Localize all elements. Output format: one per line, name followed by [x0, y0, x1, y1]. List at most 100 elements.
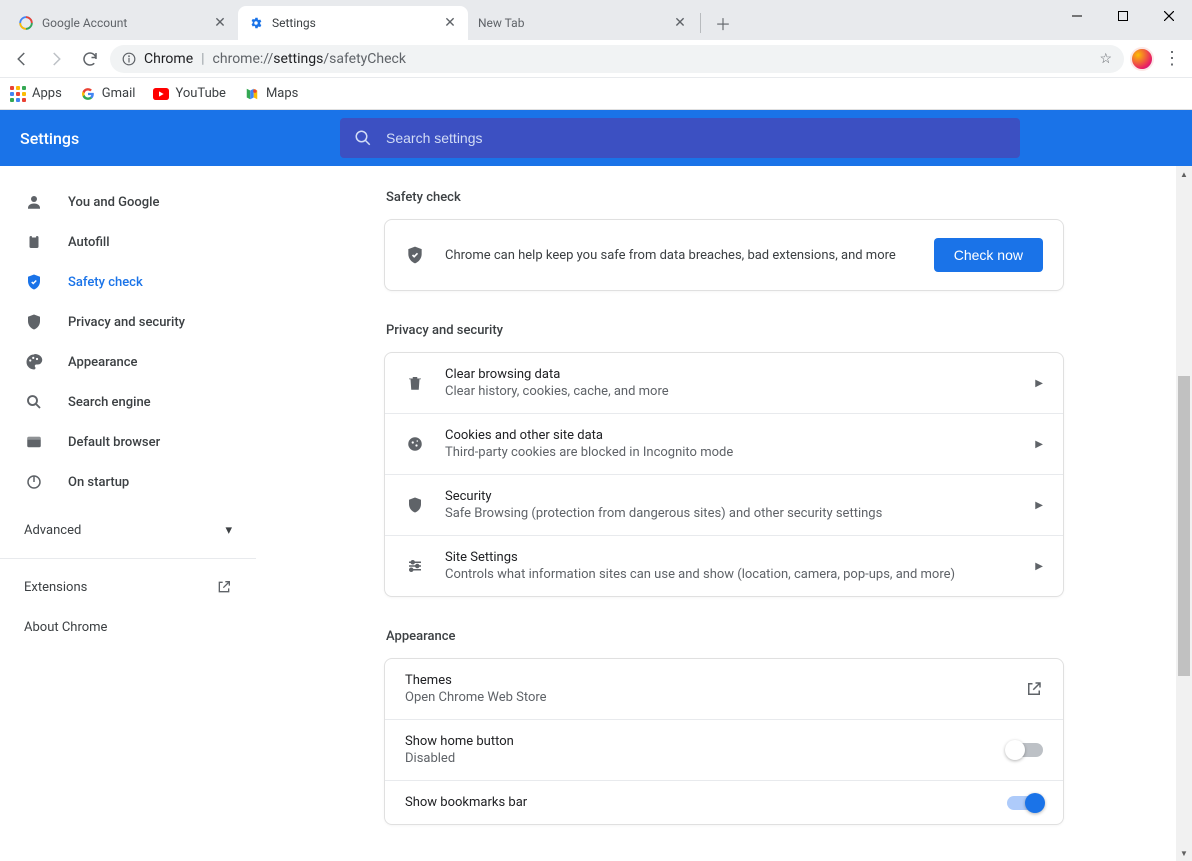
- sliders-icon: [405, 556, 425, 576]
- sidebar-label: You and Google: [68, 195, 159, 210]
- reload-button[interactable]: [76, 45, 104, 73]
- check-now-button[interactable]: Check now: [934, 238, 1043, 272]
- trash-icon: [405, 373, 425, 393]
- sidebar-divider: [0, 558, 256, 559]
- row-sub: Disabled: [405, 751, 987, 766]
- tab-title: Google Account: [42, 16, 204, 30]
- section-title-safety: Safety check: [386, 190, 1064, 205]
- row-show-home-button[interactable]: Show home button Disabled: [385, 719, 1063, 780]
- settings-title: Settings: [20, 129, 300, 148]
- shield-check-icon: [24, 272, 44, 292]
- youtube-bookmark[interactable]: YouTube: [153, 86, 226, 102]
- kebab-menu-icon[interactable]: ⋮: [1160, 48, 1184, 69]
- content-scrollbar[interactable]: ▲ ▼: [1176, 166, 1192, 861]
- address-bar[interactable]: Chrome | chrome://settings/safetyCheck ☆: [110, 45, 1124, 73]
- home-button-toggle[interactable]: [1007, 743, 1043, 757]
- browser-titlebar: Google Account ✕ Settings ✕ New Tab ✕ ＋: [0, 0, 1192, 40]
- bookmarks-bar-toggle[interactable]: [1007, 796, 1043, 810]
- search-icon: [24, 392, 44, 412]
- scroll-up-icon[interactable]: ▲: [1176, 166, 1192, 182]
- row-themes[interactable]: Themes Open Chrome Web Store: [385, 659, 1063, 719]
- tab-settings[interactable]: Settings ✕: [238, 6, 468, 40]
- close-icon[interactable]: ✕: [212, 15, 228, 31]
- gmail-bookmark[interactable]: Gmail: [80, 86, 136, 102]
- row-sub: Controls what information sites can use …: [445, 567, 1015, 582]
- new-tab-button[interactable]: ＋: [709, 9, 737, 37]
- gear-favicon-icon: [248, 15, 264, 31]
- row-show-bookmarks-bar[interactable]: Show bookmarks bar: [385, 780, 1063, 824]
- maps-icon: [244, 86, 260, 102]
- google-favicon-icon: [18, 15, 34, 31]
- sidebar-label: On startup: [68, 475, 129, 490]
- chevron-right-icon: ▶: [1035, 561, 1043, 572]
- settings-sidebar: You and Google Autofill Safety check Pri…: [0, 166, 256, 861]
- safety-desc: Chrome can help keep you safe from data …: [445, 248, 914, 263]
- row-title: Site Settings: [445, 550, 1015, 565]
- sidebar-item-privacy-security[interactable]: Privacy and security: [0, 302, 256, 342]
- person-icon: [24, 192, 44, 212]
- search-settings-input[interactable]: [386, 130, 1006, 146]
- row-title: Show bookmarks bar: [405, 795, 987, 810]
- profile-avatar[interactable]: [1130, 47, 1154, 71]
- sidebar-item-on-startup[interactable]: On startup: [0, 462, 256, 502]
- palette-icon: [24, 352, 44, 372]
- search-settings-box[interactable]: [340, 118, 1020, 158]
- bookmark-label: Apps: [32, 86, 62, 101]
- bookmark-label: Maps: [266, 86, 298, 101]
- sidebar-label: Safety check: [68, 275, 143, 290]
- tab-new-tab[interactable]: New Tab ✕: [468, 6, 698, 40]
- maps-bookmark[interactable]: Maps: [244, 86, 298, 102]
- row-title: Security: [445, 489, 1015, 504]
- sidebar-item-appearance[interactable]: Appearance: [0, 342, 256, 382]
- shield-icon: [405, 495, 425, 515]
- close-icon[interactable]: ✕: [442, 15, 458, 31]
- sidebar-label: Search engine: [68, 395, 151, 410]
- scroll-down-icon[interactable]: ▼: [1176, 845, 1192, 861]
- bookmark-label: Gmail: [102, 86, 136, 101]
- tab-title: Settings: [272, 16, 434, 30]
- tab-separator: [700, 13, 701, 33]
- sidebar-item-default-browser[interactable]: Default browser: [0, 422, 256, 462]
- row-security[interactable]: Security Safe Browsing (protection from …: [385, 474, 1063, 535]
- minimize-button[interactable]: [1054, 0, 1100, 32]
- row-cookies[interactable]: Cookies and other site data Third-party …: [385, 413, 1063, 474]
- back-button[interactable]: [8, 45, 36, 73]
- forward-button[interactable]: [42, 45, 70, 73]
- tab-google-account[interactable]: Google Account ✕: [8, 6, 238, 40]
- row-clear-browsing-data[interactable]: Clear browsing data Clear history, cooki…: [385, 353, 1063, 413]
- sidebar-item-safety-check[interactable]: Safety check: [0, 262, 256, 302]
- site-label: Chrome: [144, 51, 193, 67]
- apps-shortcut[interactable]: Apps: [10, 86, 62, 102]
- url-text: chrome://settings/safetyCheck: [213, 51, 406, 67]
- sidebar-about-link[interactable]: About Chrome: [0, 607, 256, 647]
- bookmark-star-icon[interactable]: ☆: [1099, 51, 1112, 67]
- settings-content: You and Google Autofill Safety check Pri…: [0, 166, 1192, 861]
- tab-title: New Tab: [478, 16, 664, 30]
- privacy-card: Clear browsing data Clear history, cooki…: [384, 352, 1064, 597]
- sidebar-extensions-link[interactable]: Extensions: [0, 567, 256, 607]
- maximize-button[interactable]: [1100, 0, 1146, 32]
- youtube-icon: [153, 86, 169, 102]
- row-sub: Third-party cookies are blocked in Incog…: [445, 445, 1015, 460]
- clipboard-icon: [24, 232, 44, 252]
- row-site-settings[interactable]: Site Settings Controls what information …: [385, 535, 1063, 596]
- row-title: Show home button: [405, 734, 987, 749]
- url-separator: |: [201, 51, 204, 67]
- sidebar-item-search-engine[interactable]: Search engine: [0, 382, 256, 422]
- shield-check-icon: [405, 245, 425, 265]
- safety-check-card: Chrome can help keep you safe from data …: [384, 219, 1064, 291]
- row-title: Cookies and other site data: [445, 428, 1015, 443]
- close-window-button[interactable]: [1146, 0, 1192, 32]
- row-sub: Safe Browsing (protection from dangerous…: [445, 506, 1015, 521]
- scrollbar-thumb[interactable]: [1178, 376, 1190, 676]
- sidebar-advanced-toggle[interactable]: Advanced ▾: [0, 510, 256, 550]
- sidebar-item-you-and-google[interactable]: You and Google: [0, 182, 256, 222]
- browser-toolbar: Chrome | chrome://settings/safetyCheck ☆…: [0, 40, 1192, 78]
- row-sub: Clear history, cookies, cache, and more: [445, 384, 1015, 399]
- site-info-icon[interactable]: [122, 52, 136, 66]
- sidebar-item-autofill[interactable]: Autofill: [0, 222, 256, 262]
- sidebar-label: Appearance: [68, 355, 137, 370]
- close-icon[interactable]: ✕: [672, 15, 688, 31]
- bookmark-label: YouTube: [175, 86, 226, 101]
- chevron-right-icon: ▶: [1035, 439, 1043, 450]
